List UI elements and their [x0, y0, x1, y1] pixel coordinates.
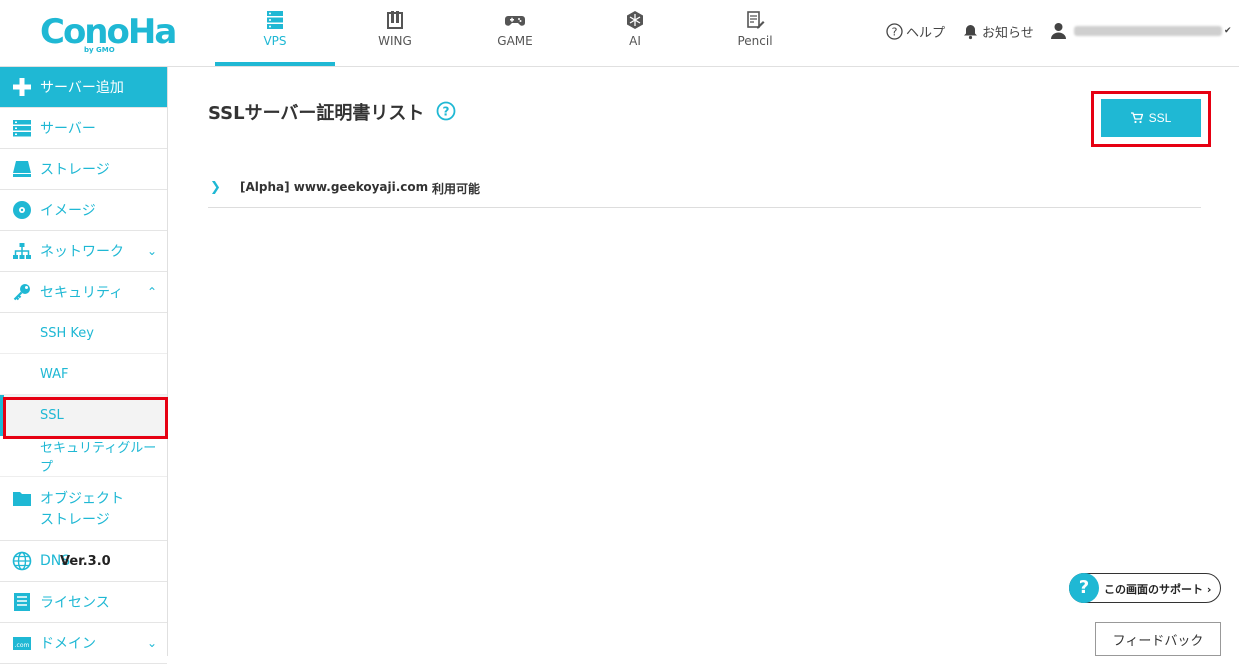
order-ssl-button-label: SSL [1148, 111, 1172, 125]
help-label: ヘルプ [906, 26, 946, 41]
user-icon [1051, 23, 1066, 39]
tab-game-label: GAME [497, 34, 533, 48]
sidebar-item-image[interactable]: イメージ [0, 190, 167, 231]
sidebar-subitem-security-group[interactable]: セキュリティグループ [0, 436, 167, 477]
certificate-row[interactable]: ❯ [Alpha] www.geekoyaji.com 利用可能 [208, 168, 1201, 208]
sidebar-item-label: ストレージ [40, 512, 110, 528]
sidebar-item-label: ネットワーク [40, 244, 124, 260]
sidebar-item-label: ライセンス [40, 595, 110, 611]
sidebar-item-label: セキュリティ [40, 285, 124, 301]
sidebar-item-label: ドメイン [40, 636, 96, 652]
sidebar-item-security[interactable]: セキュリティ ⌃ [0, 272, 167, 313]
sidebar-item-network[interactable]: ネットワーク ⌄ [0, 231, 167, 272]
sidebar-item-label: イメージ [40, 203, 96, 219]
sidebar-item-domain[interactable]: .com ドメイン ⌄ [0, 623, 167, 664]
help-circle-icon: ? [886, 23, 903, 40]
disc-icon [13, 201, 31, 219]
sidebar-item-label: サーバー [40, 121, 96, 137]
tab-vps[interactable]: VPS [215, 0, 335, 66]
tab-ai[interactable]: AI [575, 0, 695, 66]
chevron-right-icon[interactable]: ❯ [210, 180, 221, 195]
sidebar-item-storage[interactable]: ストレージ [0, 149, 167, 190]
ai-icon [627, 11, 643, 29]
notice-link[interactable]: お知らせ [962, 22, 1034, 41]
sidebar-item-label: ストレージ [40, 162, 110, 178]
user-email-blurred [1074, 25, 1222, 36]
logo-by-gmo: by GMO [84, 46, 115, 54]
certificate-status: 利用可能 [432, 182, 481, 196]
svg-text:?: ? [892, 26, 898, 39]
top-header: ConoHa by GMO VPS WING GAME AI Pencil ? … [0, 0, 1239, 67]
sidebar-item-label: オブジェクト [40, 491, 124, 507]
sidebar-subitem-label: SSL [40, 407, 64, 423]
plus-icon [13, 78, 31, 96]
sidebar-subitem-label: SSH Key [40, 325, 94, 341]
version-label: Ver.3.0 [60, 554, 111, 569]
sidebar-subitem-ssl[interactable]: SSL [0, 395, 167, 436]
folder-icon [13, 492, 31, 506]
sidebar: サーバー追加 サーバー ストレージ イメージ ネットワーク ⌄ セキュリティ ⌃… [0, 67, 168, 664]
user-menu[interactable]: ✔ [1050, 22, 1232, 39]
wing-icon [387, 11, 403, 29]
sidebar-item-server[interactable]: サーバー [0, 108, 167, 149]
cart-icon [1130, 112, 1143, 124]
chevron-down-icon: ⌄ [146, 244, 157, 258]
key-icon [13, 284, 30, 301]
tab-wing[interactable]: WING [335, 0, 455, 66]
order-ssl-button[interactable]: SSL [1101, 99, 1201, 137]
tab-pencil[interactable]: Pencil [695, 0, 815, 66]
sidebar-subitem-label: セキュリティグループ [40, 441, 157, 475]
license-icon [14, 593, 30, 611]
gamepad-icon [505, 16, 525, 26]
svg-text:.com: .com [15, 642, 30, 649]
sidebar-item-object-storage[interactable]: オブジェクト ストレージ [0, 477, 167, 541]
conoha-logo[interactable]: ConoHa by GMO [40, 8, 177, 58]
pencil-icon [747, 11, 765, 29]
help-link[interactable]: ? ヘルプ [886, 22, 945, 41]
chevron-down-icon: ✔ [1224, 25, 1232, 36]
bell-icon [964, 25, 977, 40]
tab-pencil-label: Pencil [737, 34, 773, 48]
domain-icon: .com [13, 637, 31, 650]
notice-label: お知らせ [982, 26, 1034, 41]
help-circle-icon[interactable]: ? [436, 101, 456, 121]
server-icon [13, 120, 31, 137]
svg-text:?: ? [443, 105, 450, 119]
network-icon [13, 243, 31, 259]
chevron-down-icon: ⌄ [146, 636, 157, 650]
tab-game[interactable]: GAME [455, 0, 575, 66]
sidebar-item-add-server[interactable]: サーバー追加 [0, 67, 167, 108]
sidebar-subitem-ssh-key[interactable]: SSH Key [0, 313, 167, 354]
storage-icon [13, 161, 31, 177]
page-title: SSLサーバー証明書リスト [208, 103, 425, 124]
sidebar-item-label: サーバー追加 [40, 80, 124, 96]
sidebar-item-license[interactable]: ライセンス [0, 582, 167, 623]
sidebar-subitem-label: WAF [40, 366, 69, 382]
tab-wing-label: WING [378, 34, 412, 48]
feedback-label: フィードバック [1112, 633, 1204, 649]
screen-support-button[interactable]: ? この画面のサポート › [1069, 573, 1221, 603]
chevron-up-icon: ⌃ [146, 285, 157, 299]
tab-ai-label: AI [629, 34, 641, 48]
server-icon [267, 11, 283, 29]
certificate-name: [Alpha] www.geekoyaji.com [240, 180, 429, 194]
tab-vps-label: VPS [263, 34, 287, 48]
screen-support-label: この画面のサポート › [1104, 583, 1212, 596]
question-icon: ? [1069, 573, 1099, 603]
sidebar-subitem-waf[interactable]: WAF [0, 354, 167, 395]
feedback-button[interactable]: フィードバック [1095, 622, 1221, 656]
globe-icon [12, 551, 32, 571]
